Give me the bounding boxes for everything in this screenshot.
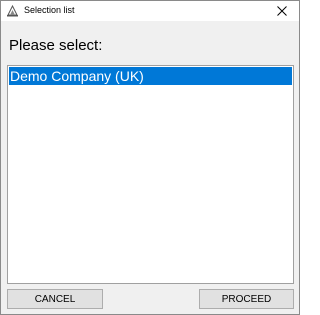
selection-listbox[interactable]: Demo Company (UK) [7, 65, 294, 284]
selection-dialog: Selection list Please select: Demo Compa… [0, 0, 300, 315]
list-item[interactable]: Demo Company (UK) [9, 67, 292, 85]
close-button[interactable] [265, 1, 299, 21]
proceed-button[interactable]: PROCEED [199, 289, 294, 309]
window-title: Selection list [24, 5, 75, 15]
app-icon [6, 4, 19, 17]
prompt-label: Please select: [9, 37, 103, 54]
title-bar[interactable]: Selection list [1, 1, 299, 21]
cancel-button[interactable]: CANCEL [7, 289, 103, 309]
close-icon [277, 6, 287, 16]
